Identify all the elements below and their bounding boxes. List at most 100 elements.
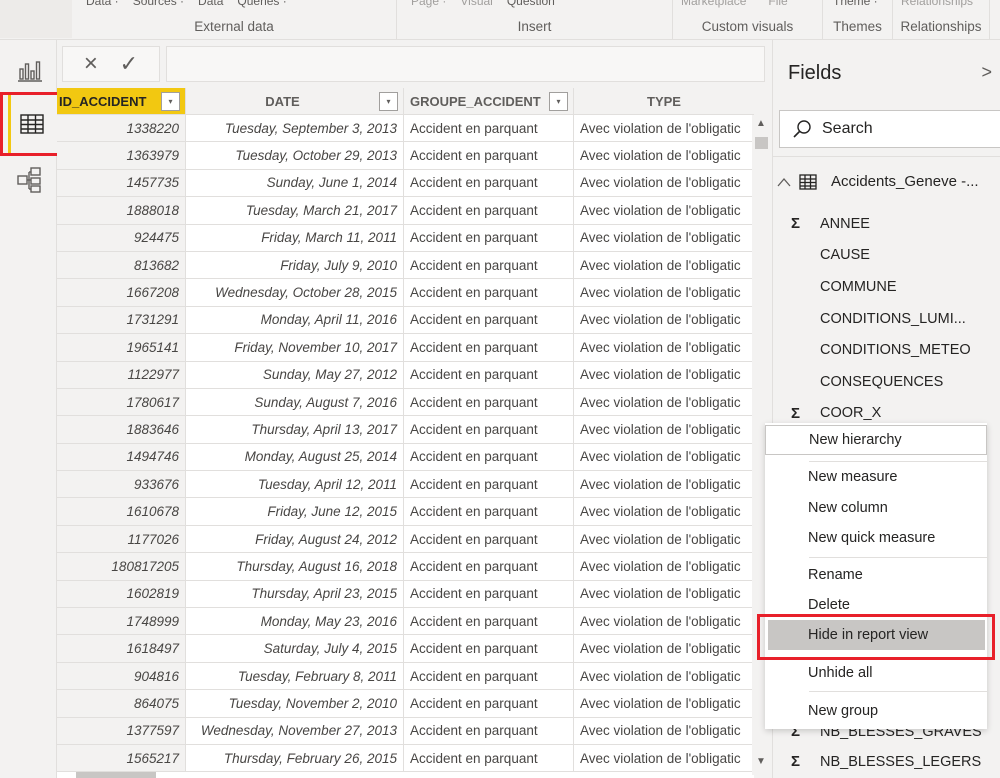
menu-item-new-group[interactable]: New group — [765, 696, 987, 726]
table-row[interactable]: 1602819 Thursday, April 23, 2015 Accident … — [57, 580, 754, 609]
cell-date[interactable]: Sunday, June 1, 2014 — [186, 169, 404, 197]
table-row[interactable]: 1494746 Monday, August 25, 2014 Accident e… — [57, 443, 754, 472]
cell-date[interactable]: Friday, July 9, 2010 — [186, 251, 404, 279]
cell-date[interactable]: Wednesday, October 28, 2015 — [186, 279, 404, 306]
cell-id-accident[interactable]: 1731291 — [57, 306, 186, 334]
cell-date[interactable]: Tuesday, February 8, 2011 — [186, 662, 404, 690]
table-row[interactable]: 1618497 Saturday, July 4, 2015 Accident en… — [57, 635, 754, 663]
field-item[interactable]: Σ NB_BLESSES_LEGERS — [791, 746, 981, 778]
menu-item-new-measure[interactable]: New measure — [765, 462, 987, 492]
table-row[interactable]: 933676 Tuesday, April 12, 2011 Accident en… — [57, 471, 754, 499]
manage-relationships-button[interactable]: Relationships — [901, 0, 973, 8]
cell-id-accident[interactable]: 180817205 — [57, 553, 186, 580]
new-visual-button[interactable]: Visual — [460, 0, 492, 8]
menu-item-new-quick-measure[interactable]: New quick measure — [765, 523, 987, 553]
cell-date[interactable]: Tuesday, October 29, 2013 — [186, 142, 404, 169]
cell-groupe-accident[interactable]: Accident en parquant — [404, 580, 574, 608]
formula-input[interactable] — [166, 46, 765, 82]
field-item[interactable]: CAUSE — [791, 240, 971, 272]
chevron-up-icon[interactable] — [777, 177, 791, 187]
menu-item-rename[interactable]: Rename — [765, 560, 987, 590]
field-item[interactable]: COMMUNE — [791, 271, 971, 303]
filter-dropdown-icon[interactable]: ▾ — [161, 91, 180, 111]
table-row[interactable]: 1883646 Thursday, April 13, 2017 Accident … — [57, 416, 754, 444]
cell-groupe-accident[interactable]: Accident en parquant — [404, 416, 574, 443]
cell-groupe-accident[interactable]: Accident en parquant — [404, 525, 574, 553]
table-node[interactable]: Accidents_Geneve -... — [777, 173, 979, 190]
cell-id-accident[interactable]: 1494746 — [57, 443, 186, 471]
cell-date[interactable]: Friday, November 10, 2017 — [186, 334, 404, 361]
report-view-button[interactable] — [8, 48, 52, 92]
cell-type[interactable]: Avec violation de l'obligatic — [574, 663, 754, 689]
cell-id-accident[interactable]: 904816 — [57, 662, 186, 690]
cell-groupe-accident[interactable]: Accident en parquant — [404, 553, 574, 580]
cell-date[interactable]: Wednesday, November 27, 2013 — [186, 717, 404, 744]
table-row[interactable]: 924475 Friday, March 11, 2011 Accident en … — [57, 224, 754, 252]
cell-type[interactable]: Avec violation de l'obligatic — [574, 307, 754, 333]
cell-groupe-accident[interactable]: Accident en parquant — [404, 608, 574, 635]
cell-groupe-accident[interactable]: Accident en parquant — [404, 334, 574, 361]
cell-date[interactable]: Monday, April 11, 2016 — [186, 306, 404, 334]
menu-item-unhide-all[interactable]: Unhide all — [765, 658, 987, 688]
field-item[interactable]: Σ ANNEE — [791, 208, 971, 240]
cell-groupe-accident[interactable]: Accident en parquant — [404, 744, 574, 772]
table-row[interactable]: 1177026 Friday, August 24, 2012 Accident e… — [57, 525, 754, 554]
field-item[interactable]: CONSEQUENCES — [791, 366, 971, 398]
cancel-icon[interactable]: × — [84, 50, 98, 78]
cell-id-accident[interactable]: 933676 — [57, 471, 186, 498]
cell-date[interactable]: Sunday, May 27, 2012 — [186, 361, 404, 388]
table-row[interactable]: 1888018 Tuesday, March 21, 2017 Accident e… — [57, 197, 754, 225]
cell-date[interactable]: Monday, May 23, 2016 — [186, 608, 404, 635]
ask-question-button[interactable]: Question — [507, 0, 555, 8]
cell-groupe-accident[interactable]: Accident en parquant — [404, 224, 574, 251]
column-header-date[interactable]: DATE ▾ — [186, 88, 404, 115]
cell-groupe-accident[interactable]: Accident en parquant — [404, 443, 574, 471]
table-row[interactable]: 904816 Tuesday, February 8, 2011 Accident … — [57, 662, 754, 691]
table-row[interactable]: 1565217 Thursday, February 26, 2015 Accide… — [57, 744, 754, 773]
model-view-button[interactable] — [8, 158, 52, 202]
cell-groupe-accident[interactable]: Accident en parquant — [404, 142, 574, 169]
enter-data-button[interactable]: Data — [198, 0, 223, 8]
cell-type[interactable]: Avec violation de l'obligatic — [574, 745, 754, 771]
cell-id-accident[interactable]: 1618497 — [57, 635, 186, 662]
scroll-up-icon[interactable]: ▲ — [752, 115, 770, 131]
field-item[interactable]: CONDITIONS_LUMI... — [791, 303, 971, 335]
cell-type[interactable]: Avec violation de l'obligatic — [574, 444, 754, 470]
cell-id-accident[interactable]: 864075 — [57, 690, 186, 717]
cell-groupe-accident[interactable]: Accident en parquant — [404, 690, 574, 717]
menu-item-hide-in-report-view[interactable]: Hide in report view — [768, 620, 985, 650]
cell-type[interactable]: Avec violation de l'obligatic — [574, 279, 754, 305]
column-header-type[interactable]: TYPE — [574, 88, 754, 115]
scroll-down-icon[interactable]: ▼ — [752, 753, 770, 769]
cell-id-accident[interactable]: 1602819 — [57, 580, 186, 608]
data-view-button[interactable] — [0, 92, 64, 156]
cell-type[interactable]: Avec violation de l'obligatic — [574, 608, 754, 634]
table-row[interactable]: 1457735 Sunday, June 1, 2014 Accident en p… — [57, 169, 754, 198]
cell-groupe-accident[interactable]: Accident en parquant — [404, 115, 574, 142]
table-row[interactable]: 1610678 Friday, June 12, 2015 Accident en … — [57, 498, 754, 526]
cell-type[interactable]: Avec violation de l'obligatic — [574, 197, 754, 223]
table-row[interactable]: 1965141 Friday, November 10, 2017 Accident… — [57, 334, 754, 362]
cell-id-accident[interactable]: 1565217 — [57, 744, 186, 772]
new-page-button[interactable]: Page · — [411, 0, 446, 8]
cell-id-accident[interactable]: 1338220 — [57, 115, 186, 142]
from-file-button[interactable]: File — [768, 0, 787, 8]
menu-item-new-column[interactable]: New column — [765, 493, 987, 523]
cell-date[interactable]: Tuesday, April 12, 2011 — [186, 471, 404, 498]
filter-dropdown-icon[interactable]: ▾ — [379, 91, 398, 111]
marketplace-button[interactable]: Marketplace — [681, 0, 746, 8]
cell-type[interactable]: Avec violation de l'obligatic — [574, 553, 754, 579]
cell-id-accident[interactable]: 1377597 — [57, 717, 186, 744]
menu-item-new-hierarchy[interactable]: New hierarchy — [765, 425, 987, 455]
collapse-pane-icon[interactable]: > — [981, 62, 992, 83]
cell-id-accident[interactable]: 1780617 — [57, 388, 186, 416]
cell-type[interactable]: Avec violation de l'obligatic — [574, 690, 754, 716]
cell-id-accident[interactable]: 924475 — [57, 224, 186, 251]
cell-id-accident[interactable]: 1883646 — [57, 416, 186, 443]
cell-date[interactable]: Saturday, July 4, 2015 — [186, 635, 404, 662]
cell-id-accident[interactable]: 1457735 — [57, 169, 186, 197]
table-row[interactable]: 1667208 Wednesday, October 28, 2015 Accide… — [57, 279, 754, 307]
cell-id-accident[interactable]: 1748999 — [57, 608, 186, 635]
table-row[interactable]: 1780617 Sunday, August 7, 2016 Accident en… — [57, 388, 754, 417]
cell-groupe-accident[interactable]: Accident en parquant — [404, 498, 574, 525]
